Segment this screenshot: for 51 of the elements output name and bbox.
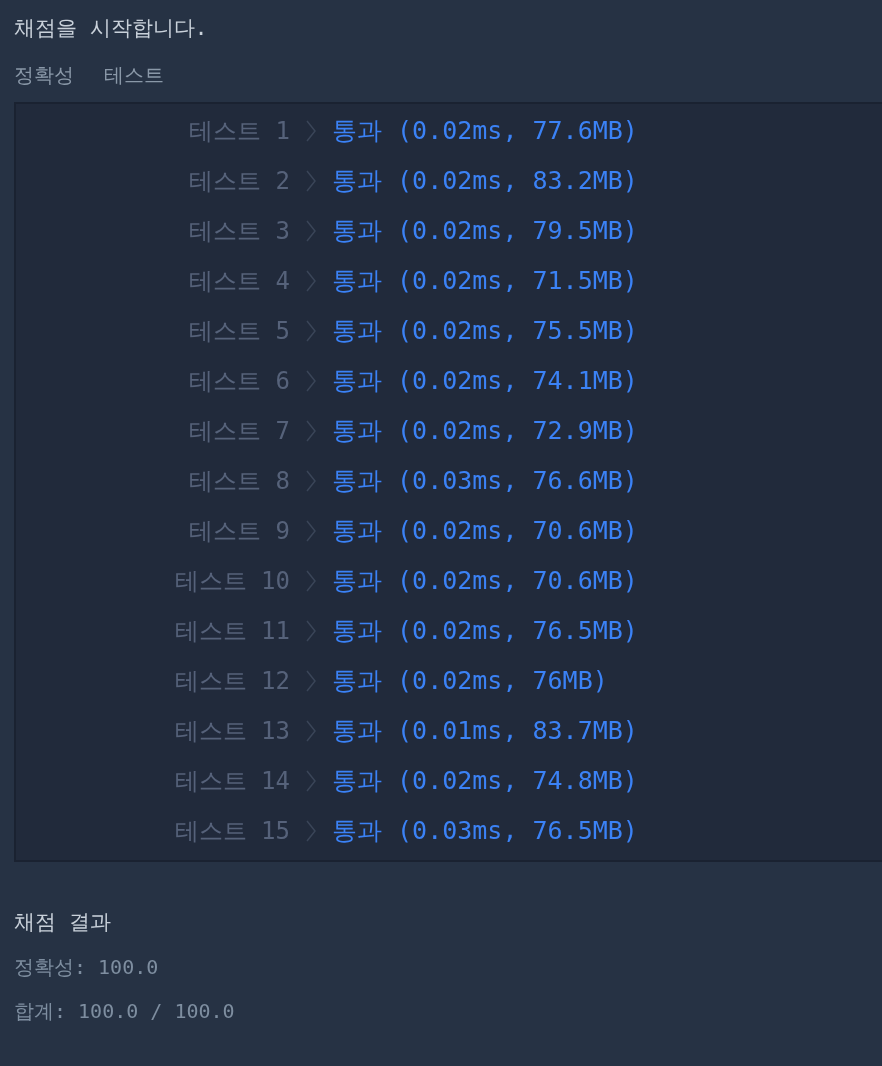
- chevron-right-icon: [306, 470, 316, 492]
- test-label: 테스트 7: [188, 416, 290, 447]
- chevron-right-icon: [306, 120, 316, 142]
- test-result: 통과 (0.02ms, 72.9MB): [332, 415, 638, 448]
- test-result: 통과 (0.02ms, 83.2MB): [332, 165, 638, 198]
- test-label: 테스트 14: [173, 766, 290, 797]
- chevron-right-icon: [306, 720, 316, 742]
- test-label: 테스트 10: [173, 566, 290, 597]
- test-result: 통과 (0.02ms, 74.1MB): [332, 365, 638, 398]
- test-label: 테스트 4: [188, 266, 290, 297]
- test-result: 통과 (0.02ms, 76MB): [332, 665, 608, 698]
- chevron-right-icon: [306, 420, 316, 442]
- chevron-right-icon: [306, 270, 316, 292]
- summary-heading: 채점 결과: [14, 909, 112, 936]
- test-result: 통과 (0.02ms, 74.8MB): [332, 765, 638, 798]
- chevron-right-icon: [306, 670, 316, 692]
- test-label: 테스트 3: [188, 216, 290, 247]
- test-label: 테스트 6: [188, 366, 290, 397]
- chevron-right-icon: [306, 170, 316, 192]
- test-label: 테스트 9: [188, 516, 290, 547]
- chevron-right-icon: [306, 320, 316, 342]
- test-label: 테스트 15: [173, 816, 290, 847]
- test-label: 테스트 12: [173, 666, 290, 697]
- test-result: 통과 (0.03ms, 76.5MB): [332, 815, 638, 848]
- section-label: 정확성: [14, 62, 74, 88]
- test-result: 통과 (0.02ms, 75.5MB): [332, 315, 638, 348]
- summary-line: 정확성: 100.0: [14, 954, 160, 981]
- test-result: 통과 (0.03ms, 76.6MB): [332, 465, 638, 498]
- test-result: 통과 (0.02ms, 70.6MB): [332, 565, 638, 598]
- test-result: 통과 (0.02ms, 76.5MB): [332, 615, 638, 648]
- chevron-right-icon: [306, 220, 316, 242]
- test-label: 테스트 5: [188, 316, 290, 347]
- chevron-right-icon: [306, 820, 316, 842]
- chevron-right-icon: [306, 770, 316, 792]
- test-label: 테스트 1: [188, 116, 290, 147]
- test-label: 테스트 13: [173, 716, 290, 747]
- test-result: 통과 (0.01ms, 83.7MB): [332, 715, 638, 748]
- test-result: 통과 (0.02ms, 79.5MB): [332, 215, 638, 248]
- chevron-right-icon: [306, 370, 316, 392]
- chevron-right-icon: [306, 570, 316, 592]
- test-label: 테스트 11: [173, 616, 290, 647]
- summary-line: 합계: 100.0 / 100.0: [14, 998, 236, 1025]
- chevron-right-icon: [306, 520, 316, 542]
- test-label: 테스트 2: [188, 166, 290, 197]
- test-result: 통과 (0.02ms, 71.5MB): [332, 265, 638, 298]
- status-message: 채점을 시작합니다.: [14, 15, 209, 42]
- test-label: 테스트 8: [188, 466, 290, 497]
- section-label: 테스트: [104, 62, 164, 88]
- test-result: 통과 (0.02ms, 70.6MB): [332, 515, 638, 548]
- test-result: 통과 (0.02ms, 77.6MB): [332, 115, 638, 148]
- chevron-right-icon: [306, 620, 316, 642]
